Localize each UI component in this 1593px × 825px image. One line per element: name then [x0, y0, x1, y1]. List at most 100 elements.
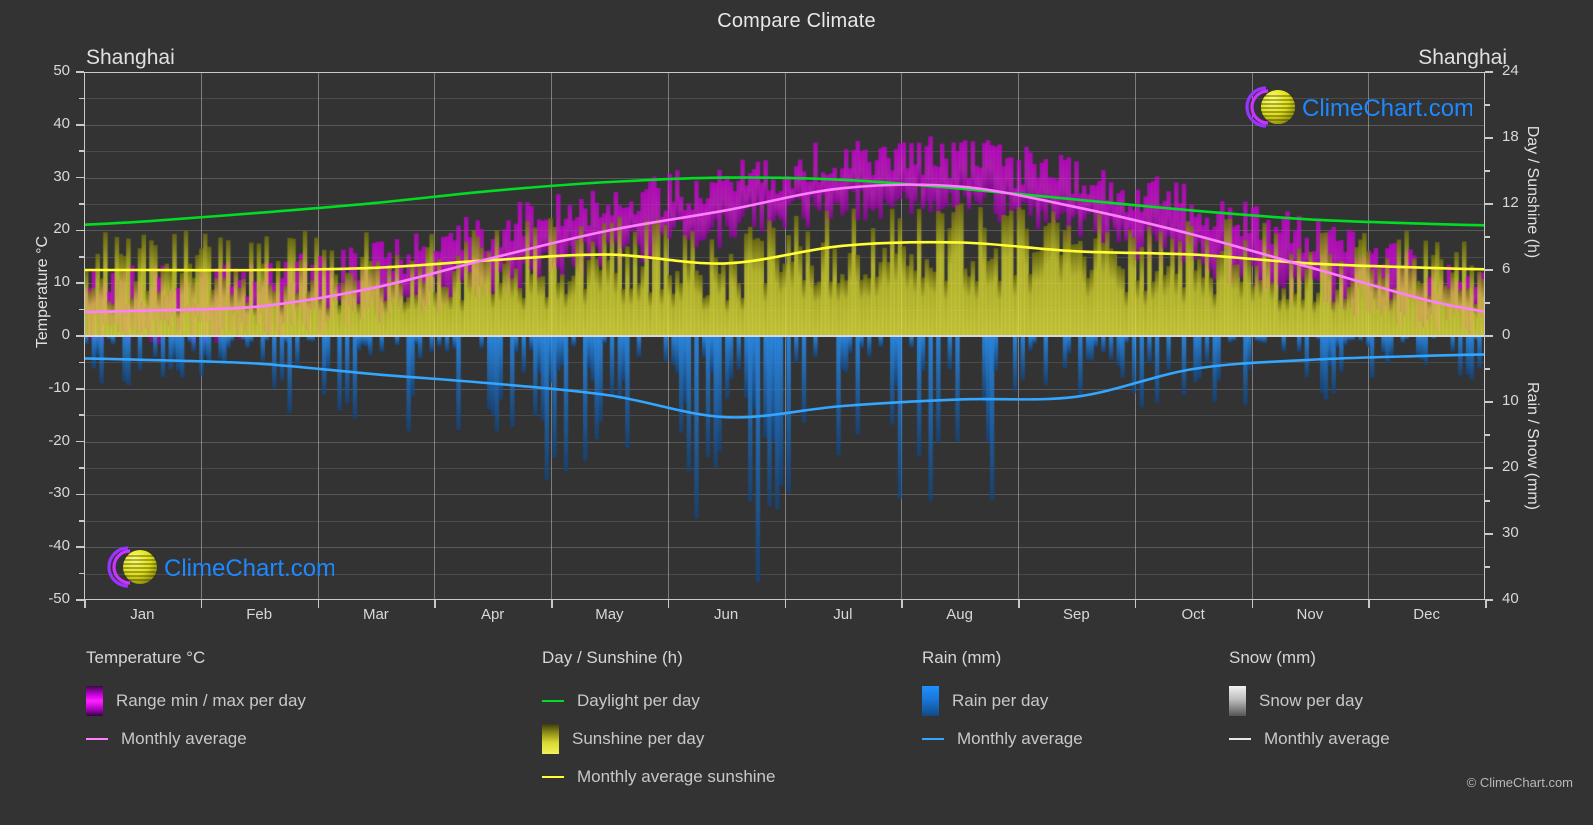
logo-sphere-icon-2	[123, 550, 157, 584]
x-axis-label-jan: Jan	[130, 606, 155, 623]
x-axis-tick	[84, 600, 86, 608]
y-axis-label-left: 50	[53, 62, 70, 79]
x-axis-label-aug: Aug	[946, 606, 973, 623]
legend-item-label: Monthly average	[957, 729, 1083, 748]
legend-item-label: Rain per day	[952, 691, 1049, 710]
curve-temperature-avg	[84, 183, 1485, 314]
legend-heading: Snow (mm)	[1229, 648, 1316, 667]
legend-item[interactable]: Daylight per day	[542, 682, 775, 720]
y-axis-tick-right-rain	[1485, 533, 1493, 535]
x-axis-tick	[1485, 600, 1487, 608]
y-axis-tick-left	[79, 150, 84, 152]
x-axis-tick	[434, 600, 436, 608]
y-axis-tick-left	[79, 361, 84, 364]
y-axis-tick-right-hours-minor	[1485, 236, 1490, 238]
y-axis-label-left: -20	[48, 431, 70, 449]
copyright-text: © ClimeChart.com	[1466, 775, 1573, 790]
legend-item[interactable]: Sunshine per day	[542, 720, 775, 758]
y-axis-tick-left	[76, 599, 84, 601]
y-axis-tick-left	[79, 520, 84, 522]
legend-group-snow-mm: Snow (mm) Snow per day Monthly average	[1229, 648, 1390, 758]
y-axis-label-right-hours: 0	[1502, 326, 1511, 343]
legend-item-label: Range min / max per day	[116, 691, 306, 710]
legend-heading: Rain (mm)	[922, 648, 1002, 667]
y-axis-tick-right-hours-minor	[1485, 302, 1490, 304]
legend-swatch-box	[922, 686, 939, 716]
y-axis-tick-left	[76, 335, 84, 337]
legend-heading: Temperature °C	[86, 648, 206, 667]
y-axis-tick-right-hours-minor	[1485, 170, 1490, 172]
legend-swatch-box	[1229, 686, 1246, 716]
y-axis-title-left: Temperature °C	[34, 235, 51, 349]
curve-rain-avg	[84, 353, 1485, 419]
y-axis-tick-left	[79, 572, 84, 575]
legend: Temperature °C Range min / max per day Mon…	[0, 648, 1593, 808]
y-axis-tick-right-rain	[1485, 401, 1493, 403]
logo-sphere-icon	[1261, 90, 1295, 124]
y-axis-tick-right-rain	[1485, 467, 1493, 469]
legend-swatch-box	[542, 724, 559, 754]
zero-line	[84, 335, 1485, 337]
y-axis-label-right-rain: 40	[1502, 590, 1519, 607]
y-axis-tick-left	[76, 124, 84, 126]
x-axis-tick	[784, 600, 786, 608]
climechart-logo-bottom: ClimeChart.com	[107, 546, 334, 588]
city-label-right: Shanghai	[1418, 46, 1507, 69]
page-title: Compare Climate	[717, 10, 876, 32]
legend-item[interactable]: Monthly average	[86, 720, 306, 758]
y-axis-tick-left	[79, 97, 84, 100]
legend-item[interactable]: Monthly average	[1229, 720, 1390, 758]
x-axis-label-apr: Apr	[480, 606, 505, 623]
legend-item-label: Monthly average	[121, 729, 247, 748]
y-axis-label-left: -30	[48, 484, 70, 502]
legend-item[interactable]: Monthly average	[922, 720, 1083, 758]
y-axis-tick-right-rain-minor	[1485, 566, 1490, 568]
y-axis-tick-left	[76, 546, 84, 548]
curve-daylight	[84, 176, 1485, 227]
x-axis-label-feb: Feb	[246, 606, 273, 623]
x-axis-label-dec: Dec	[1413, 606, 1440, 623]
x-axis-label-mar: Mar	[362, 606, 389, 623]
y-axis-tick-left	[76, 440, 84, 443]
y-axis-tick-left	[79, 467, 84, 469]
legend-item[interactable]: Monthly average sunshine	[542, 758, 775, 796]
x-axis-label-jul: Jul	[833, 606, 853, 623]
legend-group-day-sunshine-h: Day / Sunshine (h) Daylight per day Sunshi…	[542, 648, 775, 796]
y-axis-tick-right-hours	[1485, 203, 1493, 205]
y-axis-tick-right-hours	[1485, 269, 1493, 271]
x-axis-tick	[1134, 600, 1137, 608]
y-axis-tick-left	[76, 71, 84, 73]
x-axis-label-nov: Nov	[1296, 606, 1324, 623]
legend-item[interactable]: Range min / max per day	[86, 682, 306, 720]
y-axis-tick-right-hours-minor	[1485, 104, 1490, 106]
logo-wordmark: ClimeChart.com	[1302, 95, 1472, 122]
legend-item-label: Snow per day	[1259, 691, 1363, 710]
y-axis-tick-left	[79, 308, 84, 311]
legend-item[interactable]: Rain per day	[922, 682, 1083, 720]
y-axis-label-right-hours: 24	[1502, 62, 1519, 79]
legend-item[interactable]: Snow per day	[1229, 682, 1390, 720]
legend-item-label: Monthly average	[1264, 729, 1390, 748]
plot-area: ClimeChart.com ClimeChart.com	[84, 72, 1485, 600]
y-axis-tick-right-hours	[1485, 137, 1493, 139]
x-axis-tick	[200, 600, 203, 608]
legend-swatch-box	[86, 686, 103, 716]
x-axis-label-sep: Sep	[1063, 606, 1090, 623]
y-axis-title-right-bottom: Rain / Snow (mm)	[1524, 381, 1541, 511]
x-axis-tick	[1251, 600, 1253, 608]
x-axis-tick	[1368, 600, 1370, 608]
y-axis-tick-left	[76, 176, 84, 179]
y-axis-tick-left	[79, 203, 84, 205]
y-axis-tick-left	[76, 388, 84, 390]
y-axis-tick-left	[76, 282, 84, 284]
y-axis-tick-left	[76, 229, 84, 232]
y-axis-label-left: -50	[48, 590, 70, 607]
y-axis-tick-right-hours	[1485, 71, 1493, 73]
legend-group-temperature-c: Temperature °C Range min / max per day Mon…	[86, 648, 306, 758]
city-label-left: Shanghai	[86, 46, 175, 69]
climate-chart-page: Compare Climate Shanghai Shanghai ClimeC…	[0, 0, 1593, 825]
y-axis-tick-right-hours	[1485, 335, 1493, 337]
y-axis-tick-left	[79, 414, 84, 416]
y-axis-label-left: 40	[53, 114, 70, 132]
x-axis-tick	[1018, 600, 1020, 608]
